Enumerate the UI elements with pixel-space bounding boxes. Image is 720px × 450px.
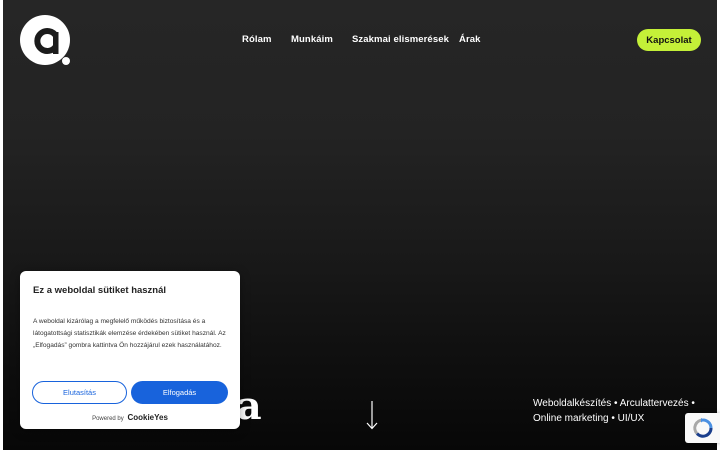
main-nav: Rólam Munkáim Szakmai elismerések Árak (3, 34, 717, 48)
nav-item-munkaim[interactable]: Munkáim (291, 34, 333, 45)
services-list: Weboldalkészítés • Arculattervezés • Onl… (533, 396, 709, 426)
nav-item-szakmai-elismeresek[interactable]: Szakmai elismerések (352, 34, 449, 45)
cookie-title: Ez a weboldal sütiket használ (33, 285, 167, 296)
reject-cookies-button[interactable]: Elutasítás (32, 381, 127, 404)
cookie-description: A weboldal kizárólag a megfelelő működés… (33, 318, 226, 349)
nav-item-rolam[interactable]: Rólam (242, 34, 272, 45)
contact-button[interactable]: Kapcsolat (637, 29, 701, 51)
powered-by-label: Powered by (92, 416, 124, 422)
recaptcha-badge[interactable] (685, 413, 720, 443)
hero-heading-fragment: a (237, 383, 262, 428)
accept-cookies-button[interactable]: Elfogadás (131, 381, 228, 404)
nav-item-arak[interactable]: Árak (459, 34, 481, 45)
services-line-2: Online marketing • UI/UX (533, 413, 645, 424)
recaptcha-icon (692, 418, 713, 438)
cookieyes-logo[interactable]: CookieYes (127, 413, 167, 422)
powered-by: Powered by CookieYes (20, 413, 240, 422)
services-line-1: Weboldalkészítés • Arculattervezés • (533, 398, 695, 409)
cookie-consent-banner: Ez a weboldal sütiket használ A weboldal… (20, 271, 240, 429)
arrow-down-icon[interactable] (365, 400, 379, 430)
